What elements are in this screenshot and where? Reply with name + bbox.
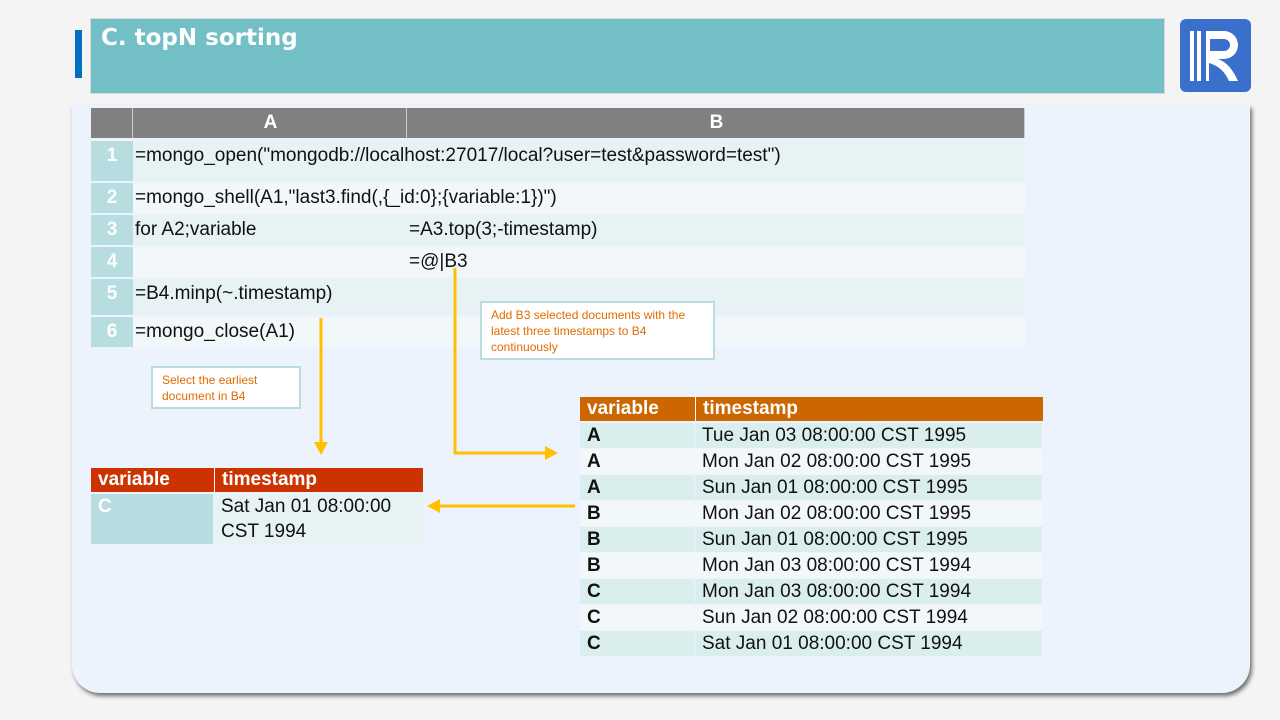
- result-cell-timestamp: Sun Jan 01 08:00:00 CST 1995: [695, 527, 1042, 552]
- result-cell-timestamp: Mon Jan 02 08:00:00 CST 1995: [695, 449, 1042, 474]
- min-cell-timestamp: Sat Jan 01 08:00:00 CST 1994: [214, 494, 423, 544]
- result-cell-timestamp: Sun Jan 01 08:00:00 CST 1995: [695, 475, 1042, 500]
- result-cell-timestamp: Sun Jan 02 08:00:00 CST 1994: [695, 605, 1042, 630]
- result-cell-variable: B: [580, 553, 694, 578]
- result-header-timestamp: timestamp: [695, 397, 1043, 421]
- result-cell-variable: C: [580, 579, 694, 604]
- result-header-variable: variable: [580, 397, 695, 421]
- result-cell-timestamp: Mon Jan 03 08:00:00 CST 1994: [695, 579, 1042, 604]
- cell-a2[interactable]: =mongo_shell(A1,"last3.find(,{_id:0};{va…: [133, 183, 557, 213]
- result-cell-variable: B: [580, 501, 694, 526]
- result-cell-variable: C: [580, 631, 694, 656]
- result-cell-variable: B: [580, 527, 694, 552]
- result-cell-timestamp: Mon Jan 03 08:00:00 CST 1994: [695, 553, 1042, 578]
- cell-a1[interactable]: =mongo_open("mongodb://localhost:27017/l…: [133, 141, 781, 181]
- result-cell-timestamp: Tue Jan 03 08:00:00 CST 1995: [695, 423, 1042, 448]
- min-header-timestamp: timestamp: [214, 468, 423, 492]
- result-cell-timestamp: Sat Jan 01 08:00:00 CST 1994: [695, 631, 1042, 656]
- min-cell-variable: C: [91, 494, 213, 544]
- arrow-b4-right: [453, 268, 548, 455]
- result-cell-variable: A: [580, 475, 694, 500]
- min-header-variable: variable: [91, 468, 214, 492]
- result-cell-variable: C: [580, 605, 694, 630]
- result-cell-timestamp: Mon Jan 02 08:00:00 CST 1995: [695, 501, 1042, 526]
- result-cell-variable: A: [580, 423, 694, 448]
- result-cell-variable: A: [580, 449, 694, 474]
